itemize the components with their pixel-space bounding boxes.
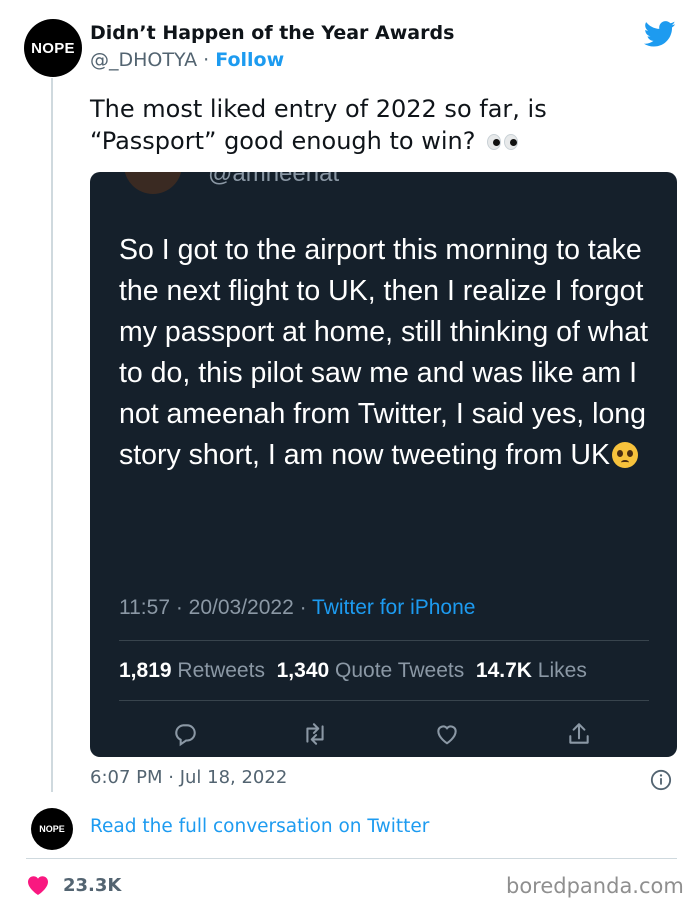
author-handle-row: @_DHOTYA · Follow: [90, 49, 454, 71]
quotes-count: 1,340: [276, 659, 330, 682]
embedded-handle: @amneenat: [208, 172, 340, 187]
tweet-timestamp[interactable]: 6:07 PM · Jul 18, 2022: [90, 767, 287, 788]
embedded-avatar: [124, 172, 182, 194]
likes-label: Likes: [537, 659, 587, 682]
embedded-timestamp-row: 11:57 · 20/03/2022 · Twitter for iPhone: [119, 596, 475, 620]
read-conversation-link[interactable]: Read the full conversation on Twitter: [90, 816, 429, 837]
handle-separator: ·: [197, 49, 216, 71]
likes-count: 14.7K: [475, 659, 532, 682]
share-icon: [569, 723, 589, 744]
embedded-tweet-text: So I got to the airport this morning to …: [119, 230, 659, 476]
tweet-text-content: The most liked entry of 2022 so far, is …: [90, 95, 547, 155]
embedded-time: 11:57 · 20/03/2022 ·: [119, 596, 313, 619]
card-divider-bottom: [119, 700, 649, 701]
embedded-stats-row: 1,819 Retweets 1,340 Quote Tweets 14.7K …: [119, 659, 587, 683]
like-outline-icon: [437, 725, 457, 745]
follow-button[interactable]: Follow: [215, 49, 284, 71]
info-icon[interactable]: [650, 769, 672, 791]
retweet-icon: [306, 723, 324, 745]
author-handle[interactable]: @_DHOTYA: [90, 49, 197, 71]
eyes-emoji-icon: [487, 134, 519, 150]
author-avatar[interactable]: NOPE: [24, 19, 82, 77]
tweet-text: The most liked entry of 2022 so far, is …: [90, 93, 670, 157]
embedded-source: Twitter for iPhone: [312, 596, 476, 619]
retweets-count: 1,819: [119, 659, 172, 682]
author-display-name[interactable]: Didn’t Happen of the Year Awards: [90, 22, 454, 44]
footer-divider: [26, 858, 677, 859]
boredpanda-watermark: boredpanda.com: [506, 874, 684, 898]
twitter-bird-icon[interactable]: [642, 18, 678, 50]
card-divider-top: [119, 640, 649, 641]
heart-icon[interactable]: [26, 874, 50, 896]
tweet-header: Didn’t Happen of the Year Awards @_DHOTY…: [90, 22, 454, 71]
embedded-text-content: So I got to the airport this morning to …: [119, 234, 649, 471]
reply-icon: [175, 724, 196, 747]
embedded-tweet-screenshot: @amneenat So I got to the airport this m…: [90, 172, 677, 757]
retweets-label: Retweets: [177, 659, 265, 682]
like-count[interactable]: 23.3K: [63, 875, 121, 896]
quotes-label: Quote Tweets: [335, 659, 465, 682]
footer-author-avatar[interactable]: NOPE: [31, 808, 73, 850]
thread-line: [51, 78, 53, 792]
pleading-face-emoji-icon: [612, 442, 638, 468]
